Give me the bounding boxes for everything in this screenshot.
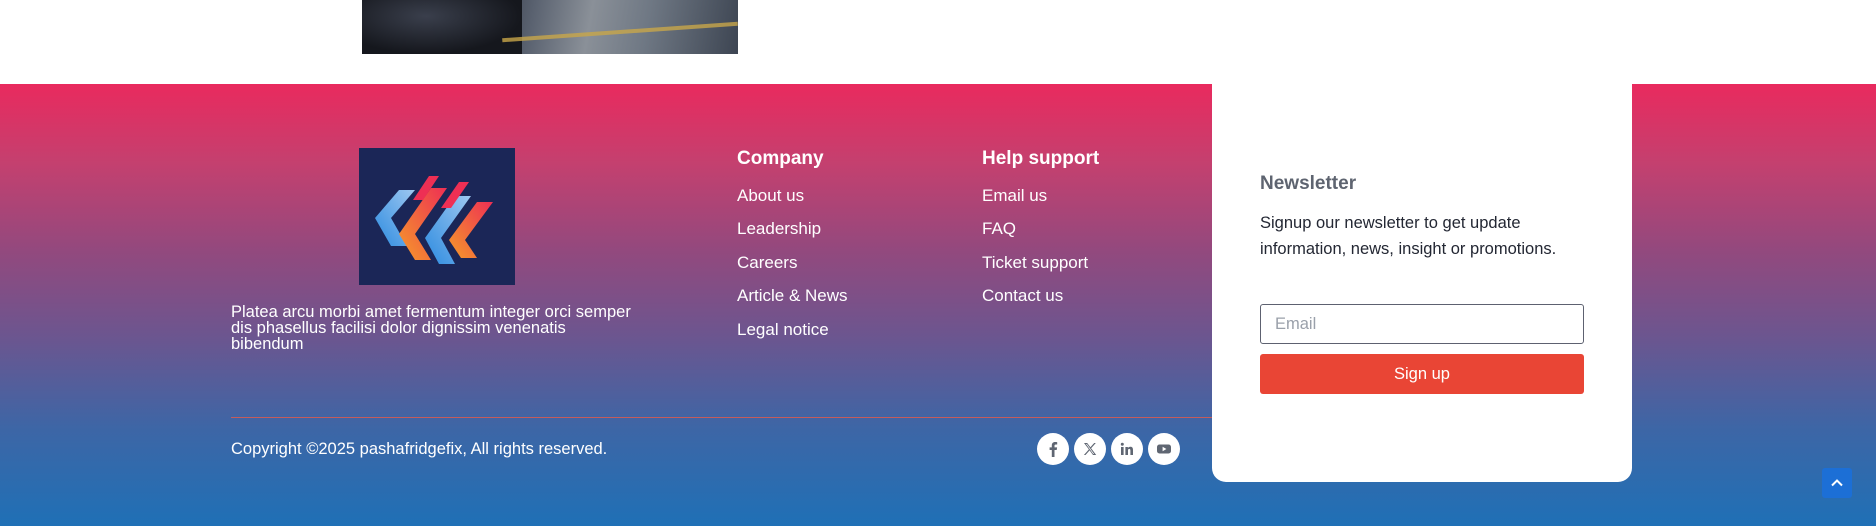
linkedin-icon[interactable] bbox=[1111, 433, 1143, 465]
scroll-to-top-button[interactable] bbox=[1822, 468, 1852, 498]
article-image bbox=[362, 0, 738, 54]
newsletter-email-input[interactable] bbox=[1260, 304, 1584, 344]
footer-link-email-us[interactable]: Email us bbox=[982, 186, 1047, 206]
newsletter-heading: Newsletter bbox=[1260, 173, 1357, 194]
content-area-top bbox=[0, 0, 1876, 84]
footer-link-leadership[interactable]: Leadership bbox=[737, 219, 821, 239]
x-twitter-icon[interactable] bbox=[1074, 433, 1106, 465]
help-support-heading: Help support bbox=[982, 148, 1100, 169]
facebook-icon[interactable] bbox=[1037, 433, 1069, 465]
footer-link-faq[interactable]: FAQ bbox=[982, 219, 1016, 239]
footer-link-article-news[interactable]: Article & News bbox=[737, 286, 848, 306]
footer-link-careers[interactable]: Careers bbox=[737, 253, 797, 273]
footer-link-legal-notice[interactable]: Legal notice bbox=[737, 320, 829, 340]
brand-logo-mark-icon bbox=[375, 176, 493, 264]
footer-link-contact-us[interactable]: Contact us bbox=[982, 286, 1063, 306]
newsletter-description: Signup our newsletter to get update info… bbox=[1260, 214, 1557, 258]
footer-link-ticket-support[interactable]: Ticket support bbox=[982, 253, 1088, 273]
footer-link-about-us[interactable]: About us bbox=[737, 186, 804, 206]
footer-divider bbox=[231, 417, 1231, 418]
company-heading: Company bbox=[737, 148, 824, 169]
chevron-up-icon bbox=[1831, 479, 1843, 487]
newsletter-signup-button[interactable]: Sign up bbox=[1260, 354, 1584, 394]
copyright-text: Copyright ©2025 pashafridgefix, All righ… bbox=[231, 440, 608, 458]
youtube-icon[interactable] bbox=[1148, 433, 1180, 465]
brand-description: Platea arcu morbi amet fermentum integer… bbox=[231, 303, 631, 353]
newsletter-card: Newsletter Signup our newsletter to get … bbox=[1212, 84, 1632, 482]
site-footer: Platea arcu morbi amet fermentum integer… bbox=[0, 84, 1876, 526]
page: Platea arcu morbi amet fermentum integer… bbox=[0, 0, 1876, 526]
brand-logo[interactable] bbox=[359, 148, 515, 285]
